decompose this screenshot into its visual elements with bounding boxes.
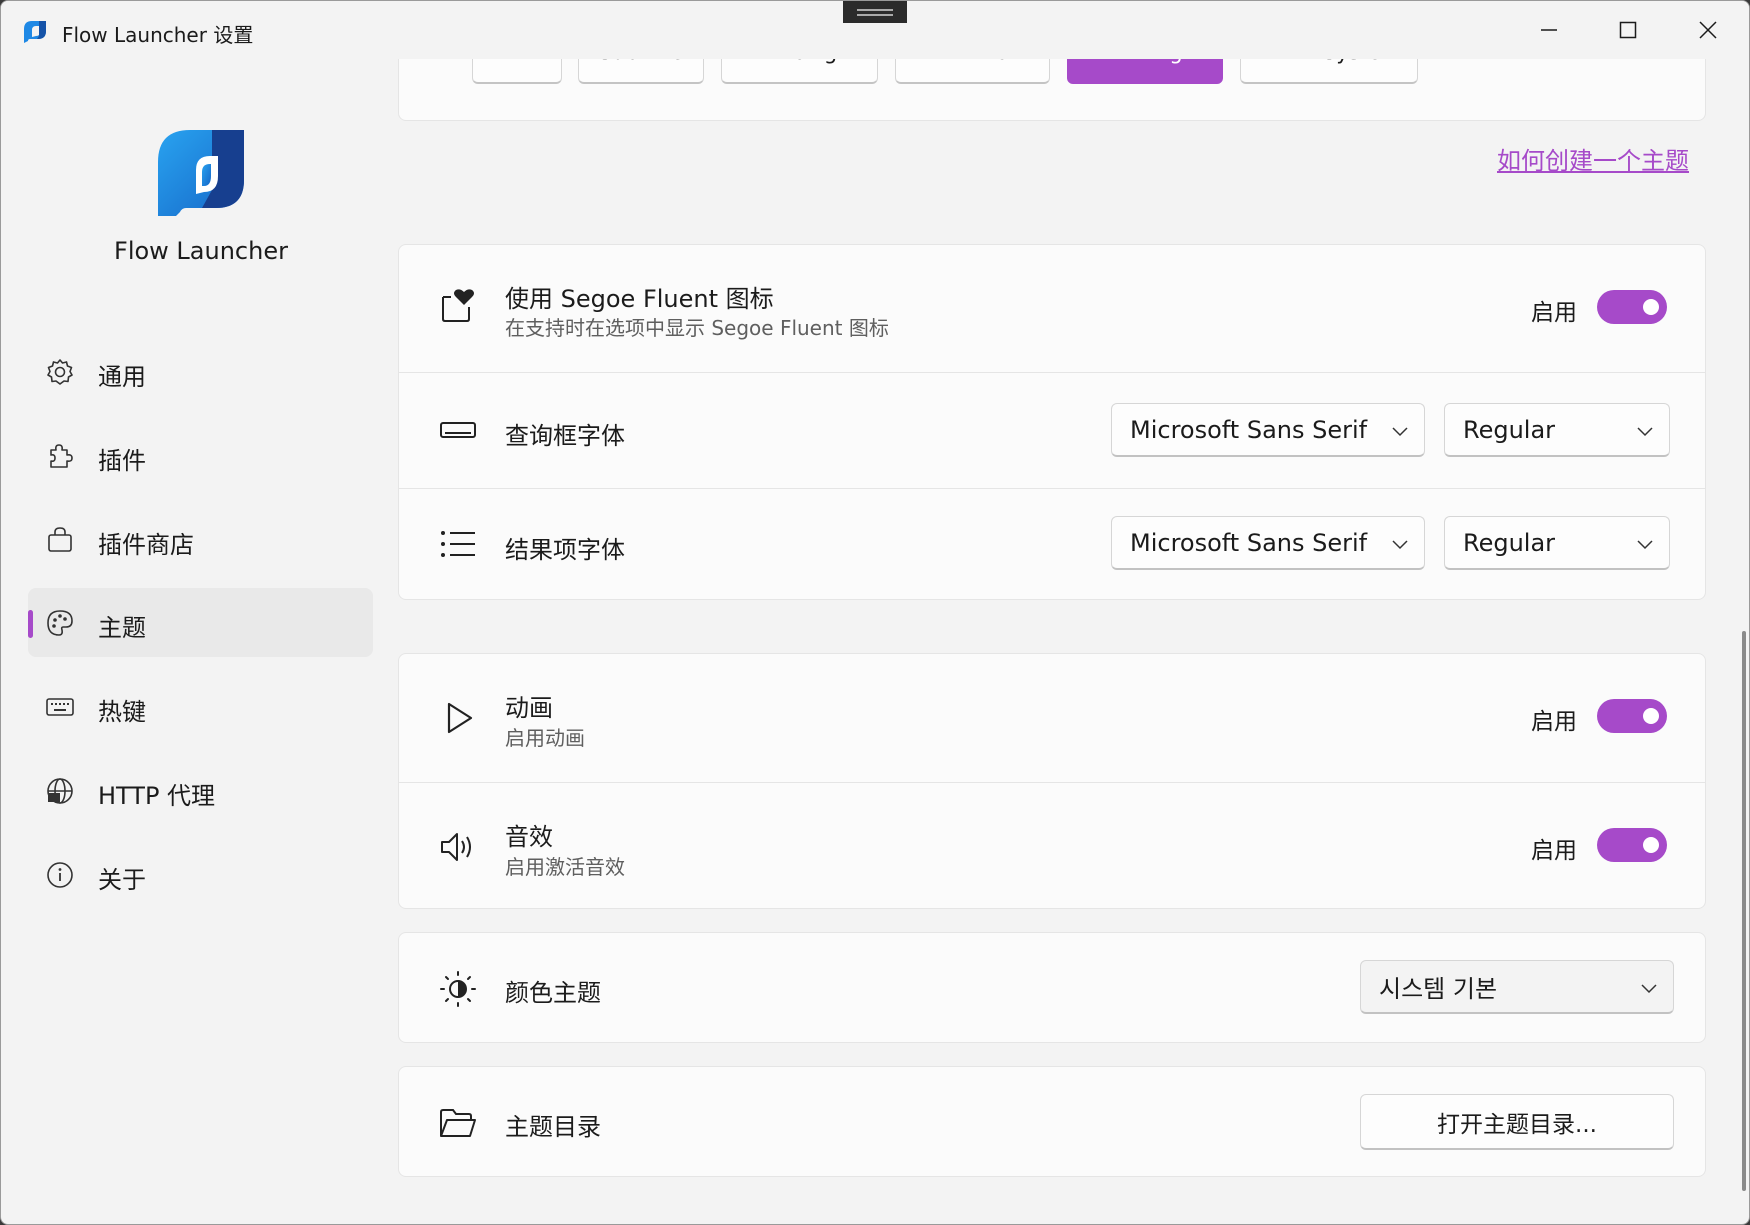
sidebar-item-label: HTTP 代理 — [98, 782, 216, 810]
sidebar-item-label: 通用 — [98, 363, 146, 391]
row-title: 颜色主题 — [505, 979, 601, 1007]
select-value: 시스템 기본 — [1379, 975, 1498, 1003]
keyboard-icon — [46, 698, 74, 716]
vertical-scrollbar[interactable] — [1742, 631, 1746, 1191]
select-value: Microsoft Sans Serif — [1130, 528, 1368, 557]
active-indicator — [28, 610, 33, 638]
sidebar-item-general[interactable]: 通用 — [28, 337, 373, 406]
query-font-style-select[interactable]: Regular — [1444, 403, 1670, 457]
gear-icon — [47, 359, 73, 385]
flow-launcher-logo — [158, 130, 244, 216]
sidebar-item-label: 插件 — [98, 447, 146, 475]
query-font-family-select[interactable]: Microsoft Sans Serif — [1111, 403, 1425, 457]
sidebar-item-about[interactable]: 关于 — [28, 840, 373, 909]
select-value: Regular — [1463, 415, 1556, 444]
brand-name: Flow Launcher — [114, 237, 288, 265]
flow-launcher-app-icon — [24, 21, 46, 43]
maximize-button[interactable] — [1588, 1, 1668, 59]
sidebar-item-label: 插件商店 — [98, 531, 194, 559]
result-font-family-select[interactable]: Microsoft Sans Serif — [1111, 516, 1425, 570]
minimize-icon — [1541, 29, 1557, 31]
result-font-row: 结果项字体 Microsoft Sans Serif Regular — [399, 488, 1705, 601]
create-theme-link[interactable]: 如何创建一个主题 — [1497, 141, 1689, 176]
row-title: 动画 — [505, 694, 553, 722]
shopping-bag-icon — [48, 527, 72, 552]
row-title: 音效 — [505, 823, 553, 851]
sidebar-item-label: 关于 — [98, 866, 146, 894]
sidebar-item-theme[interactable]: 主题 — [28, 588, 373, 657]
close-icon — [1699, 21, 1717, 39]
puzzle-icon — [50, 444, 73, 468]
play-icon — [447, 702, 473, 734]
sound-toggle[interactable] — [1597, 828, 1667, 862]
row-title: 使用 Segoe Fluent 图标 — [505, 285, 774, 313]
window-title: Flow Launcher 设置 — [62, 23, 254, 47]
sidebar-item-label: 主题 — [98, 614, 146, 642]
appearance-settings-card: 使用 Segoe Fluent 图标 在支持时在选项中显示 Segoe Flue… — [398, 244, 1706, 600]
animation-row: 动画 启用动画 启用 — [399, 654, 1705, 782]
chevron-down-icon — [1637, 427, 1653, 437]
sidebar-item-plugin-store[interactable]: 插件商店 — [28, 505, 373, 574]
result-font-style-select[interactable]: Regular — [1444, 516, 1670, 570]
row-subtitle: 在支持时在选项中显示 Segoe Fluent 图标 — [505, 316, 889, 340]
effects-settings-card: 动画 启用动画 启用 音效 启用激活音效 启用 — [398, 653, 1706, 909]
color-theme-select[interactable]: 시스템 기본 — [1360, 960, 1674, 1014]
heart-icon — [442, 289, 474, 322]
segoe-fluent-toggle[interactable] — [1597, 290, 1667, 324]
animation-toggle[interactable] — [1597, 699, 1667, 733]
select-value: Regular — [1463, 528, 1556, 557]
maximize-icon — [1619, 21, 1637, 39]
speaker-icon — [441, 833, 471, 861]
list-icon — [441, 531, 475, 557]
toggle-state-label: 启用 — [1531, 838, 1577, 864]
brightness-icon — [440, 971, 476, 1007]
row-title: 主题目录 — [505, 1113, 601, 1141]
close-button[interactable] — [1668, 1, 1748, 59]
palette-icon — [47, 610, 73, 636]
row-title: 结果项字体 — [505, 536, 625, 564]
globe-icon — [47, 778, 73, 804]
chevron-down-icon — [1637, 540, 1653, 550]
minimize-button[interactable] — [1509, 1, 1589, 59]
color-theme-card: 颜色主题 시스템 기본 — [398, 932, 1706, 1043]
query-font-row: 查询框字体 Microsoft Sans Serif Regular — [399, 372, 1705, 488]
theme-directory-card: 主题目录 打开主题目录... — [398, 1066, 1706, 1177]
select-value: Microsoft Sans Serif — [1130, 415, 1368, 444]
segoe-fluent-row: 使用 Segoe Fluent 图标 在支持时在选项中显示 Segoe Flue… — [399, 245, 1705, 372]
info-icon — [47, 862, 73, 888]
sidebar-item-http-proxy[interactable]: HTTP 代理 — [28, 756, 373, 825]
sidebar-item-plugins[interactable]: 插件 — [28, 421, 373, 490]
row-subtitle: 启用激活音效 — [505, 855, 625, 879]
snap-grabber[interactable] — [843, 1, 907, 23]
sound-row: 音效 启用激活音效 启用 — [399, 782, 1705, 910]
row-title: 查询框字体 — [505, 422, 625, 450]
toggle-state-label: 启用 — [1531, 300, 1577, 326]
search-box-icon — [440, 422, 476, 438]
settings-window: Flow Launcher 设置 Flow Launcher 通用 插件 插件商… — [0, 0, 1750, 1225]
row-subtitle: 启用动画 — [505, 726, 585, 750]
sidebar-item-label: 热键 — [98, 698, 146, 726]
sidebar-item-hotkeys[interactable]: 热键 — [28, 672, 373, 741]
open-theme-folder-button[interactable]: 打开主题目录... — [1360, 1094, 1674, 1150]
chevron-down-icon — [1392, 540, 1408, 550]
folder-icon — [440, 1109, 476, 1137]
chevron-down-icon — [1641, 984, 1657, 994]
chevron-down-icon — [1392, 427, 1408, 437]
toggle-state-label: 启用 — [1531, 709, 1577, 735]
